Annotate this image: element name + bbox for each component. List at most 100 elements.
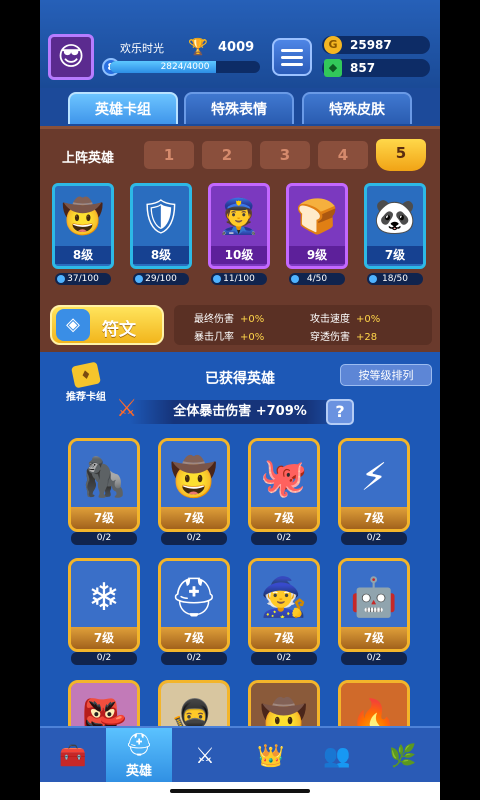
hero-card[interactable]: ⛑ 7级: [158, 558, 230, 652]
hero-card[interactable]: ⚡ 7级: [338, 438, 410, 532]
zeus-hero-icon: ⚡: [341, 441, 407, 513]
gem-icon: ◆: [324, 59, 342, 77]
gem-amount: 857: [350, 61, 376, 75]
gem-counter: ◆ 857: [322, 59, 430, 77]
stat-attack-speed: 攻击速度 +0%: [310, 314, 381, 325]
crown-shield-icon: 👑: [257, 743, 285, 769]
rune-label: 符文: [102, 320, 136, 340]
hero-progress: 0/2: [161, 652, 227, 665]
crit-damage-bar: 全体暴击伤害 +709%: [130, 400, 350, 424]
panda-hero-icon: 🐼: [373, 197, 417, 237]
trophy-icon: 🏆: [188, 37, 208, 56]
helmet-icon: ⛑: [125, 733, 153, 758]
hero-progress: 0/2: [251, 532, 317, 545]
lineup-panel: 上阵英雄 1 2 3 4 5 🤠 8级 🛡 8级 👮 10级 🍞 9级 🐼 7级…: [40, 126, 440, 352]
nav-battle[interactable]: ⚔: [172, 728, 238, 784]
hero-progress: 11/100: [211, 273, 267, 285]
lineup-label: 上阵英雄: [62, 151, 115, 166]
hero-card[interactable]: 🧙 7级: [248, 558, 320, 652]
hero-card[interactable]: 🤠 7级: [158, 438, 230, 532]
top-bar: 😎 8 欢乐时光 🏆 4009 2824/4000 G 25987 ◆ 857: [40, 0, 440, 88]
nav-island[interactable]: 🌿: [370, 728, 436, 784]
rune-icon: ◈: [56, 309, 90, 341]
hero-progress: 37/100: [55, 273, 111, 285]
gold-counter: G 25987: [322, 36, 430, 54]
tab-bar: 英雄卡组 特殊表情 特殊皮肤: [40, 88, 440, 126]
card-icon: [369, 275, 377, 283]
nav-heroes-label: 英雄: [125, 764, 152, 779]
hero-level: 8级: [55, 246, 111, 264]
card-icon: [135, 275, 143, 283]
hero-progress: 0/2: [341, 532, 407, 545]
stat-crit-chance: 暴击几率 +0%: [194, 332, 265, 343]
lineup-hero-4[interactable]: 🍞 9级: [286, 183, 348, 269]
guild-icon: 👥: [323, 743, 351, 769]
stat-final-damage: 最终伤害 +0%: [194, 314, 265, 325]
tab-special-skins[interactable]: 特殊皮肤: [302, 92, 412, 124]
hero-card[interactable]: 🦍 7级: [68, 438, 140, 532]
home-indicator: [40, 782, 440, 800]
nav-guild[interactable]: 👥: [304, 728, 370, 784]
hero-card[interactable]: 🐙 7级: [248, 438, 320, 532]
hero-progress: 0/2: [341, 652, 407, 665]
owned-heroes-section: ♦ 推荐卡组 已获得英雄 按等级排列 ⚔ 全体暴击伤害 +709% ? 🦍 7级 …: [40, 352, 440, 774]
hero-progress: 0/2: [161, 532, 227, 545]
deck-slot-4[interactable]: 4: [318, 141, 368, 169]
stats-panel: 最终伤害 +0% 攻击速度 +0% 暴击几率 +0% 穿透伤害 +28: [174, 305, 432, 345]
hero-level: 9级: [289, 246, 345, 264]
hero-progress: 29/100: [133, 273, 189, 285]
card-icon: [213, 275, 221, 283]
help-button[interactable]: ?: [326, 399, 354, 425]
player-name: 欢乐时光: [120, 42, 164, 55]
knight-hero-icon: 🛡: [139, 197, 183, 237]
spartan-hero-icon: ⛑: [161, 561, 227, 633]
island-icon: 🌿: [389, 743, 417, 769]
menu-button[interactable]: [272, 38, 312, 76]
card-icon: [57, 275, 65, 283]
lineup-hero-1[interactable]: 🤠 8级: [52, 183, 114, 269]
octopus-pirate-hero-icon: 🐙: [251, 441, 317, 513]
lineup-hero-3[interactable]: 👮 10级: [208, 183, 270, 269]
swords-icon: ⚔: [195, 743, 215, 769]
nav-shop[interactable]: 🧰: [40, 728, 106, 784]
deck-slot-2[interactable]: 2: [202, 141, 252, 169]
sort-by-level-button[interactable]: 按等级排列: [340, 364, 432, 386]
cowboy-hero-icon: 🤠: [161, 441, 227, 513]
hero-progress: 0/2: [71, 532, 137, 545]
deck-slot-1[interactable]: 1: [144, 141, 194, 169]
nav-heroes[interactable]: ⛑ 英雄: [106, 728, 172, 784]
bottom-nav: 🧰 ⛑ 英雄 ⚔ 👑 👥 🌿: [40, 726, 440, 784]
player-avatar[interactable]: 😎: [48, 34, 94, 80]
hero-level: 7级: [367, 246, 423, 264]
deck-slot-3[interactable]: 3: [260, 141, 310, 169]
card-icon: [291, 275, 299, 283]
hero-card[interactable]: 🤖 7级: [338, 558, 410, 652]
hat-hero-icon: 🤠: [61, 197, 105, 237]
ice-yeti-hero-icon: ❄: [71, 561, 137, 633]
game-screen: 😎 8 欢乐时光 🏆 4009 2824/4000 G 25987 ◆ 857 …: [40, 0, 440, 800]
hero-level: 10级: [211, 246, 267, 264]
robot-hero-icon: 🤖: [341, 561, 407, 633]
tab-hero-deck[interactable]: 英雄卡组: [68, 92, 178, 124]
gold-coin-icon: G: [324, 36, 342, 54]
nav-rank[interactable]: 👑: [238, 728, 304, 784]
hero-progress: 18/50: [367, 273, 423, 285]
gold-amount: 25987: [350, 38, 392, 52]
hero-progress: 0/2: [71, 652, 137, 665]
recommend-label: 推荐卡组: [66, 392, 106, 403]
witch-hero-icon: 🧙: [251, 561, 317, 633]
lineup-hero-2[interactable]: 🛡 8级: [130, 183, 192, 269]
yeti-hero-icon: 🦍: [71, 441, 137, 513]
tab-special-emotes[interactable]: 特殊表情: [184, 92, 294, 124]
hero-progress: 0/2: [251, 652, 317, 665]
police-hero-icon: 👮: [217, 197, 261, 237]
deck-slot-5[interactable]: 5: [376, 139, 426, 171]
trophy-count: 4009: [218, 40, 255, 55]
lineup-hero-5[interactable]: 🐼 7级: [364, 183, 426, 269]
toast-hero-icon: 🍞: [295, 197, 339, 237]
hero-progress: 4/50: [289, 273, 345, 285]
hero-card[interactable]: ❄ 7级: [68, 558, 140, 652]
chest-icon: 🧰: [59, 743, 87, 769]
rune-button[interactable]: ◈ 符文: [50, 305, 164, 345]
hero-level: 8级: [133, 246, 189, 264]
